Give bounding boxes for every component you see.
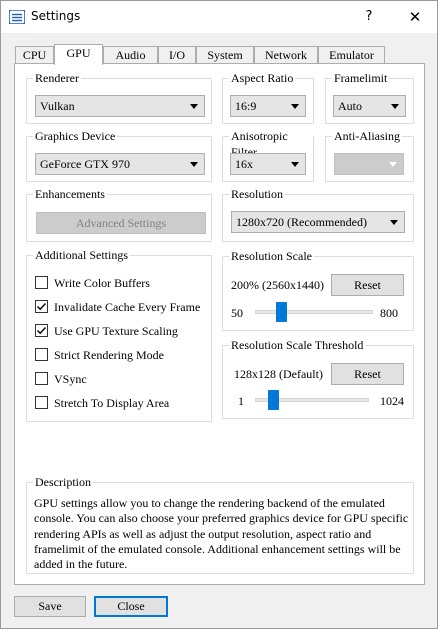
chevron-down-icon xyxy=(390,220,398,225)
group-title: Resolution Scale xyxy=(229,248,314,264)
checkbox-box[interactable] xyxy=(35,300,48,313)
slider-thumb[interactable] xyxy=(276,302,287,322)
resolution-scale-group: Resolution Scale 200% (2560x1440) Reset … xyxy=(222,248,414,331)
renderer-group: Renderer Vulkan xyxy=(26,70,212,124)
graphics-device-select[interactable]: GeForce GTX 970 xyxy=(35,153,205,175)
checkbox-label: VSync xyxy=(54,372,87,386)
group-title: Anti-Aliasing xyxy=(332,128,402,144)
checkmark-icon xyxy=(37,327,47,335)
slider-min-label: 1 xyxy=(238,394,244,408)
renderer-select[interactable]: Vulkan xyxy=(35,95,205,117)
slider-thumb[interactable] xyxy=(268,390,279,410)
chevron-down-icon xyxy=(391,104,399,109)
resolution-scale-threshold-group: Resolution Scale Threshold 128x128 (Defa… xyxy=(222,337,414,419)
tab-label: System xyxy=(207,48,243,62)
tab-gpu[interactable]: GPU xyxy=(54,44,103,65)
group-title: Enhancements xyxy=(33,186,107,202)
tab-emulator[interactable]: Emulator xyxy=(318,46,385,64)
anisotropic-filter-group: Anisotropic Filter 16x xyxy=(222,128,314,182)
chevron-down-icon xyxy=(291,162,299,167)
group-title: Framelimit xyxy=(332,70,390,86)
description-group: Description GPU settings allow you to ch… xyxy=(26,474,414,574)
resolution-scale-slider[interactable] xyxy=(255,302,373,322)
settings-window: Settings ? ✕ CPU GPU Audio I/O System Ne… xyxy=(0,0,438,629)
group-title: Resolution Scale Threshold xyxy=(229,337,366,353)
aspect-ratio-group: Aspect Ratio 16:9 xyxy=(222,70,314,124)
chevron-down-icon xyxy=(389,162,397,167)
checkmark-icon xyxy=(37,303,47,311)
resolution-scale-value: 200% (2560x1440) xyxy=(231,278,324,292)
resolution-scale-reset-button[interactable]: Reset xyxy=(331,274,404,296)
additional-settings-group: Additional Settings Write Color Buffers … xyxy=(26,247,212,422)
group-title: Description xyxy=(33,474,93,490)
tab-io[interactable]: I/O xyxy=(158,46,196,64)
slider-max-label: 800 xyxy=(380,306,398,320)
select-value: GeForce GTX 970 xyxy=(40,157,130,171)
checkbox-label: Strict Rendering Mode xyxy=(54,348,164,362)
settings-app-icon xyxy=(9,10,25,24)
slider-track xyxy=(255,310,373,314)
select-value: 16:9 xyxy=(235,99,257,113)
advanced-settings-button[interactable]: Advanced Settings xyxy=(36,212,206,234)
title-bar[interactable]: Settings ? ✕ xyxy=(1,1,437,33)
checkbox-box[interactable] xyxy=(35,276,48,289)
checkbox-label: Stretch To Display Area xyxy=(54,396,170,410)
save-button[interactable]: Save xyxy=(14,596,86,617)
group-title: Resolution xyxy=(229,186,286,202)
tab-label: GPU xyxy=(66,46,91,60)
tab-audio[interactable]: Audio xyxy=(103,46,158,64)
window-title: Settings xyxy=(31,9,81,23)
group-title: Aspect Ratio xyxy=(229,70,296,86)
tab-system[interactable]: System xyxy=(196,46,254,64)
checkbox-label: Invalidate Cache Every Frame xyxy=(54,300,201,314)
select-value: 16x xyxy=(235,157,253,171)
anti-aliasing-select[interactable] xyxy=(334,153,404,175)
framelimit-select[interactable]: Auto xyxy=(333,95,406,117)
group-title: Renderer xyxy=(33,70,81,86)
description-text: GPU settings allow you to change the ren… xyxy=(34,496,409,572)
select-value: Vulkan xyxy=(40,99,75,113)
enhancements-group: Enhancements Advanced Settings xyxy=(26,186,212,242)
tab-label: I/O xyxy=(169,48,185,62)
slider-min-label: 50 xyxy=(231,306,243,320)
tab-label: Emulator xyxy=(329,48,374,62)
framelimit-group: Framelimit Auto xyxy=(325,70,414,124)
chevron-down-icon xyxy=(291,104,299,109)
select-value: 1280x720 (Recommended) xyxy=(236,215,367,229)
checkbox-box[interactable] xyxy=(35,396,48,409)
close-button[interactable]: Close xyxy=(94,596,168,617)
tab-network[interactable]: Network xyxy=(254,46,318,64)
resolution-select[interactable]: 1280x720 (Recommended) xyxy=(231,211,405,233)
threshold-value: 128x128 (Default) xyxy=(234,367,323,381)
checkbox-box[interactable] xyxy=(35,372,48,385)
close-window-button[interactable]: ✕ xyxy=(392,1,438,33)
select-value: Auto xyxy=(338,99,362,113)
anti-aliasing-group: Anti-Aliasing xyxy=(325,128,414,182)
resolution-group: Resolution 1280x720 (Recommended) xyxy=(222,186,414,242)
group-title: Additional Settings xyxy=(33,247,130,263)
graphics-device-group: Graphics Device GeForce GTX 970 xyxy=(26,128,212,182)
tab-cpu[interactable]: CPU xyxy=(15,46,54,64)
tab-label: Network xyxy=(265,48,307,62)
help-button[interactable]: ? xyxy=(346,1,392,33)
checkbox-label: Write Color Buffers xyxy=(54,276,150,290)
anisotropic-filter-select[interactable]: 16x xyxy=(230,153,306,175)
checkbox-label: Use GPU Texture Scaling xyxy=(54,324,178,338)
chevron-down-icon xyxy=(190,162,198,167)
chevron-down-icon xyxy=(190,104,198,109)
checkbox-box[interactable] xyxy=(35,324,48,337)
aspect-ratio-select[interactable]: 16:9 xyxy=(230,95,306,117)
gpu-tab-panel: Renderer Vulkan Aspect Ratio 16:9 Framel… xyxy=(14,63,425,585)
threshold-reset-button[interactable]: Reset xyxy=(331,363,404,385)
tab-label: CPU xyxy=(22,48,47,62)
slider-max-label: 1024 xyxy=(380,394,404,408)
threshold-slider[interactable] xyxy=(255,390,369,410)
group-title: Graphics Device xyxy=(33,128,118,144)
checkbox-box[interactable] xyxy=(35,348,48,361)
tab-label: Audio xyxy=(115,48,146,62)
